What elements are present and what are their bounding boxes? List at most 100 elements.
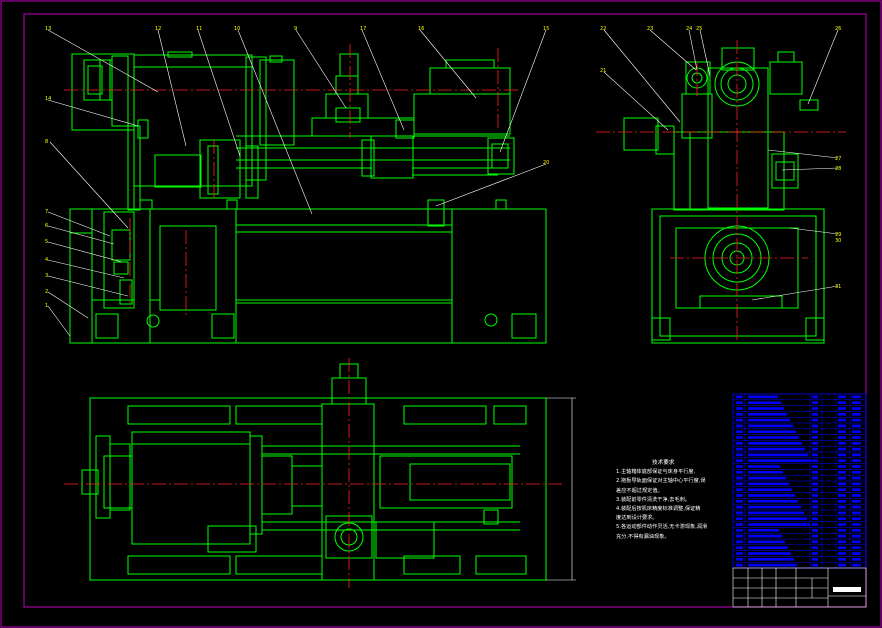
parts-list-cell-mark — [852, 413, 861, 416]
parts-list-cell-mark — [852, 494, 861, 497]
parts-list-cell-mark — [812, 465, 818, 468]
parts-list-cell-mark — [748, 546, 788, 549]
parts-list-cell-mark — [838, 401, 846, 404]
callout-label: 21 — [600, 68, 606, 74]
technical-note-line: 度达到设计要求。 — [616, 515, 658, 522]
callout-label: 13 — [45, 26, 51, 32]
parts-list-cell-mark — [838, 430, 846, 433]
leader-lines — [47, 29, 839, 337]
title-block — [732, 567, 867, 608]
callout-label: 15 — [543, 26, 549, 32]
parts-list-cell-mark — [838, 482, 846, 486]
parts-list-cell-mark — [748, 401, 781, 404]
parts-list-cell-mark — [852, 500, 861, 503]
callout-label: 10 — [234, 26, 240, 32]
parts-list-cell-mark — [852, 436, 861, 439]
parts-list-cell-mark — [812, 558, 818, 561]
parts-list-cell-mark — [852, 505, 861, 509]
parts-list-cell-mark — [736, 459, 743, 462]
parts-list-cell-mark — [838, 395, 846, 399]
parts-list-cell-mark — [736, 447, 743, 451]
parts-list-cell-mark — [736, 476, 743, 480]
technical-note-line: 3.装配前零件清洗干净,去毛刺。 — [616, 496, 691, 503]
parts-list-cell-mark — [838, 505, 846, 509]
parts-list-cell-mark — [812, 430, 818, 433]
parts-list-cell-mark — [736, 407, 743, 410]
parts-list-cell-mark — [748, 430, 796, 433]
parts-list-cell-mark — [852, 552, 861, 555]
parts-list-cell-mark — [852, 540, 861, 544]
callout-label: 28 — [835, 166, 841, 172]
parts-list-cell-mark — [852, 459, 861, 462]
parts-list-cell-mark — [736, 505, 743, 509]
parts-list-cell-mark — [838, 447, 846, 451]
parts-list-cell-mark — [748, 523, 810, 526]
parts-list-cell-mark — [736, 471, 743, 474]
parts-list-cell-mark — [736, 436, 743, 439]
parts-list-cell-mark — [812, 401, 818, 404]
parts-list-cell-mark — [812, 552, 818, 555]
parts-list-cell-mark — [736, 511, 743, 515]
parts-list-cell-mark — [736, 465, 743, 468]
parts-list-cell-mark — [748, 488, 792, 491]
parts-list-cell-mark — [812, 407, 818, 410]
parts-list-cell-mark — [838, 407, 846, 410]
parts-list-cell-mark — [852, 546, 861, 549]
parts-list-cell-mark — [736, 500, 743, 503]
parts-list-cell-mark — [748, 505, 801, 509]
parts-list-cell-mark — [748, 476, 786, 480]
callout-label: 23 — [647, 26, 653, 32]
parts-list-cell-mark — [748, 552, 791, 555]
parts-list-cell-mark — [736, 517, 743, 520]
parts-list-cell-mark — [838, 558, 846, 561]
parts-list-cell-mark — [812, 540, 818, 544]
parts-list-cell-mark — [852, 511, 861, 515]
parts-list-cell-mark — [736, 401, 743, 404]
parts-list-cell-mark — [852, 453, 861, 457]
parts-list-cell-mark — [852, 418, 861, 422]
parts-list-cell-mark — [736, 546, 743, 549]
callout-label: 31 — [835, 284, 841, 290]
parts-list-cell-mark — [748, 413, 787, 416]
parts-list-cell-mark — [748, 447, 805, 451]
parts-list-cell-mark — [852, 482, 861, 486]
parts-list-table — [732, 393, 867, 569]
parts-list-cell-mark — [852, 534, 861, 538]
callout-label: 17 — [360, 26, 366, 32]
parts-list-cell-mark — [838, 517, 846, 520]
callout-label: 9 — [294, 26, 297, 32]
parts-list-cell-mark — [838, 511, 846, 515]
parts-list-cell-mark — [838, 442, 846, 445]
parts-list-cell-mark — [852, 430, 861, 433]
parts-list-cell-mark — [736, 453, 743, 457]
technical-note-line: 5.各运动部件动作灵活,无卡滞现象,润滑 — [616, 524, 708, 531]
parts-list-cell-mark — [748, 534, 782, 538]
callout-label: 4 — [45, 257, 48, 263]
parts-list-cell-mark — [852, 447, 861, 451]
parts-list-cell-mark — [852, 517, 861, 520]
parts-list-cell-mark — [812, 482, 818, 486]
parts-list-cell-mark — [748, 436, 799, 439]
technical-note-line: 4.装配后按机床精度标准调整,保证精 — [616, 506, 701, 513]
parts-list-cell-mark — [812, 436, 818, 439]
callout-label: 30 — [835, 238, 841, 244]
parts-list-cell-mark — [812, 424, 818, 428]
callout-label: 26 — [835, 26, 841, 32]
parts-list-cell-mark — [852, 529, 861, 532]
parts-list-cell-mark — [812, 418, 818, 422]
parts-list-cell-mark — [748, 558, 794, 561]
parts-list-cell-mark — [838, 424, 846, 428]
parts-list-cell-mark — [812, 459, 818, 462]
callout-label: 3 — [45, 273, 48, 279]
parts-list-cell-mark — [736, 488, 743, 491]
parts-list-cell-mark — [736, 424, 743, 428]
technical-note-line: 1.主轴箱体底部保证与床身平行度, — [616, 469, 696, 476]
parts-list-cell-mark — [748, 482, 789, 486]
parts-list-cell-mark — [812, 447, 818, 451]
parts-list-cell-mark — [838, 523, 846, 526]
parts-list-cell-mark — [736, 494, 743, 497]
parts-list-cell-mark — [736, 482, 743, 486]
parts-list-cell-mark — [812, 511, 818, 515]
parts-list-cell-mark — [812, 476, 818, 480]
top-view — [81, 363, 576, 581]
